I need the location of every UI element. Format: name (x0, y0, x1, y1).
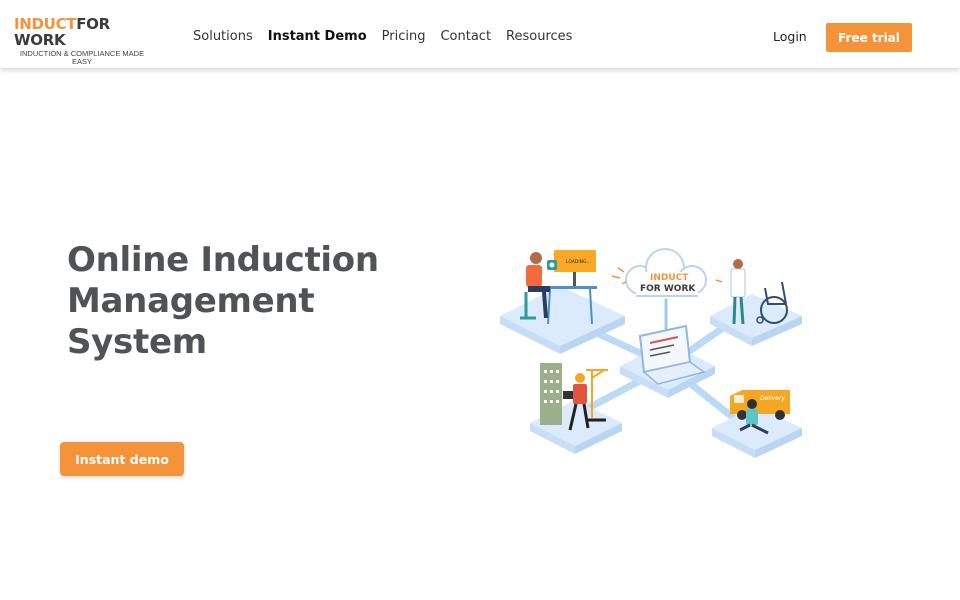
platform-office (500, 286, 625, 354)
nav-resources[interactable]: Resources (506, 29, 572, 44)
logo-wordmark: INDUCTFOR WORK (14, 16, 154, 48)
van-text: Delivery (760, 395, 785, 402)
hero-illustration: LOADING... INDUCT FOR WORK Delivery (500, 248, 802, 458)
logo[interactable]: INDUCTFOR WORK INDUCTION & COMPLIANCE MA… (14, 16, 154, 66)
logo-tagline: INDUCTION & COMPLIANCE MADE EASY (19, 49, 145, 66)
free-trial-button[interactable]: Free trial (826, 23, 912, 52)
main-nav: Solutions Instant Demo Pricing Contact R… (193, 29, 587, 44)
instant-demo-button[interactable]: Instant demo (60, 442, 184, 476)
screen-text: LOADING... (566, 259, 591, 265)
cloud-brand-line2: FOR WORK (640, 284, 696, 294)
site-header: INDUCTFOR WORK INDUCTION & COMPLIANCE MA… (0, 0, 960, 68)
platform-medical (710, 294, 802, 346)
nav-solutions[interactable]: Solutions (193, 29, 253, 44)
nav-contact[interactable]: Contact (440, 29, 491, 44)
nav-instant-demo[interactable]: Instant Demo (268, 29, 367, 44)
login-link[interactable]: Login (773, 29, 807, 44)
nav-pricing[interactable]: Pricing (382, 29, 426, 44)
hero-title: Online Induction Management System (67, 240, 379, 362)
cloud-logo: INDUCT FOR WORK (611, 248, 723, 297)
cloud-brand-line1: INDUCT (650, 273, 689, 283)
